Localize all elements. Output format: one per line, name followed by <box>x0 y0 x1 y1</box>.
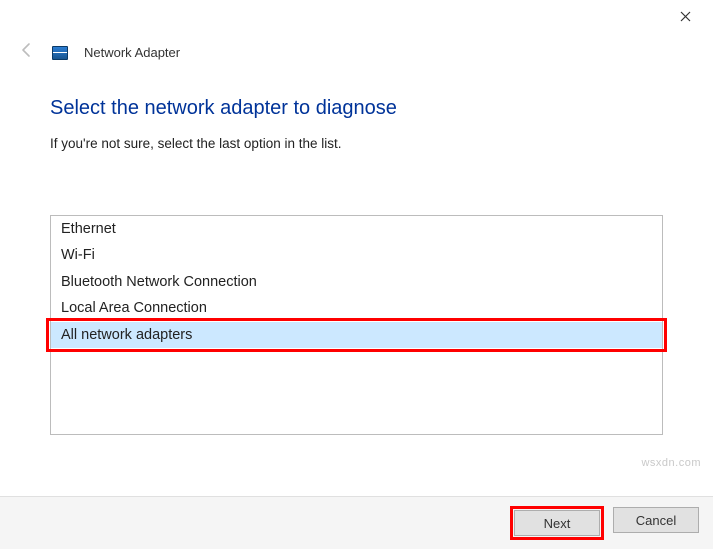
close-button[interactable] <box>669 0 701 32</box>
footer-bar: Next Cancel <box>0 496 713 549</box>
adapter-list-container: EthernetWi-FiBluetooth Network Connectio… <box>50 215 663 435</box>
content-area: Select the network adapter to diagnose I… <box>0 69 713 496</box>
adapter-option[interactable]: Bluetooth Network Connection <box>51 269 662 295</box>
adapter-option[interactable]: Ethernet <box>51 216 662 242</box>
title-bar <box>0 0 713 32</box>
adapter-listbox[interactable]: EthernetWi-FiBluetooth Network Connectio… <box>50 215 663 435</box>
cancel-button[interactable]: Cancel <box>613 507 699 533</box>
adapter-option[interactable]: Local Area Connection <box>51 295 662 321</box>
app-title: Network Adapter <box>84 45 180 60</box>
watermark: wsxdn.com <box>641 457 701 469</box>
page-subtext: If you're not sure, select the last opti… <box>50 136 663 151</box>
adapter-option[interactable]: Wi-Fi <box>51 242 662 268</box>
back-arrow-icon <box>18 42 36 63</box>
troubleshooter-window: Network Adapter Select the network adapt… <box>0 0 713 549</box>
network-adapter-icon <box>52 46 68 60</box>
wizard-header: Network Adapter <box>0 32 713 69</box>
adapter-option[interactable]: All network adapters <box>51 322 662 348</box>
next-button[interactable]: Next <box>514 510 600 536</box>
page-heading: Select the network adapter to diagnose <box>50 97 663 120</box>
